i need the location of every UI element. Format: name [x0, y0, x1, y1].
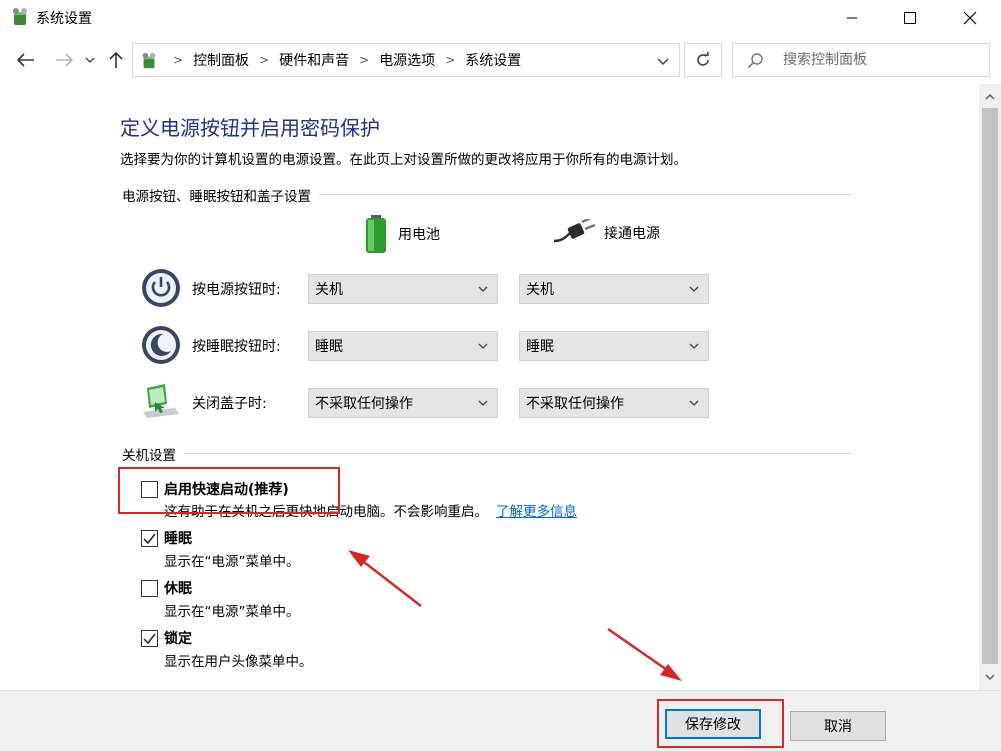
- sleep-description: 显示在“电源”菜单中。: [164, 554, 300, 570]
- power-button-icon: [142, 269, 180, 307]
- maximize-button[interactable]: [880, 0, 940, 36]
- forward-arrow-icon: [56, 53, 73, 67]
- chevron-down-icon: [478, 343, 488, 349]
- chevron-down-icon: [985, 674, 995, 681]
- main-content: 定义电源按钮并启用密码保护 选择要为你的计算机设置的电源设置。在此页上对设置所做…: [0, 84, 979, 690]
- checkmark-icon: [143, 533, 156, 544]
- chevron-down-icon: [478, 286, 488, 292]
- breadcrumb-separator: >: [445, 53, 456, 67]
- search-icon: [747, 53, 763, 69]
- section-title-shutdown: 关机设置: [122, 444, 184, 464]
- chevron-down-icon: [689, 343, 699, 349]
- checkbox-row-hibernate[interactable]: 休眠: [141, 578, 192, 598]
- minimize-icon: [847, 17, 857, 19]
- vertical-scrollbar[interactable]: [979, 84, 1001, 690]
- page-description: 选择要为你的计算机设置的电源设置。在此页上对设置所做的更改将应用于你所有的电源计…: [120, 152, 687, 168]
- laptop-lid-icon: [143, 384, 179, 418]
- select-value: 关机: [315, 282, 343, 298]
- address-bar[interactable]: > 控制面板 > 硬件和声音 > 电源选项 > 系统设置: [132, 43, 680, 77]
- cancel-button[interactable]: 取消: [790, 711, 886, 741]
- power-plug-icon: [553, 219, 596, 243]
- breadcrumb-separator: >: [359, 53, 370, 67]
- minimize-button[interactable]: [822, 0, 882, 36]
- battery-icon: [366, 215, 386, 253]
- chevron-up-icon: [985, 93, 995, 100]
- control-panel-icon: [13, 8, 27, 25]
- select-value: 关机: [526, 282, 554, 298]
- checkbox-row-lock[interactable]: 锁定: [141, 628, 192, 648]
- chevron-down-icon: [689, 400, 699, 406]
- breadcrumb-item-control-panel[interactable]: 控制面板: [193, 50, 249, 70]
- chevron-down-icon: [85, 57, 95, 63]
- breadcrumb: > 控制面板 > 硬件和声音 > 电源选项 > 系统设置: [163, 44, 521, 76]
- breadcrumb-item-power-options[interactable]: 电源选项: [379, 50, 435, 70]
- close-icon: [963, 11, 977, 25]
- address-row: > 控制面板 > 硬件和声音 > 电源选项 > 系统设置: [0, 38, 1001, 84]
- breadcrumb-item-hardware-sound[interactable]: 硬件和声音: [279, 50, 349, 70]
- forward-button[interactable]: [50, 46, 78, 74]
- checkbox-row-sleep[interactable]: 睡眠: [141, 528, 192, 548]
- scrollbar-thumb[interactable]: [982, 108, 998, 664]
- power-button-battery-select[interactable]: 关机: [308, 274, 498, 304]
- sleep-label[interactable]: 睡眠: [164, 528, 192, 548]
- hibernate-checkbox[interactable]: [141, 579, 158, 597]
- column-header-plugged: 接通电源: [552, 219, 660, 247]
- row-label-power-button: 按电源按钮时:: [192, 282, 281, 298]
- breadcrumb-separator: >: [259, 53, 270, 67]
- refresh-icon: [697, 52, 709, 66]
- dialog-footer: 保存修改 取消: [0, 690, 1001, 751]
- select-value: 不采取任何操作: [526, 396, 624, 412]
- scroll-up-button[interactable]: [979, 86, 1001, 108]
- maximize-icon: [904, 12, 916, 24]
- page-title: 定义电源按钮并启用密码保护: [120, 116, 380, 140]
- title-bar: 系统设置: [0, 0, 1001, 38]
- chevron-down-icon[interactable]: [653, 51, 673, 71]
- up-arrow-icon: [109, 51, 123, 68]
- column-header-battery: 用电池: [362, 214, 440, 254]
- hibernate-label[interactable]: 休眠: [164, 578, 192, 598]
- lock-description: 显示在用户头像菜单中。: [164, 654, 313, 670]
- section-divider: [124, 453, 852, 454]
- learn-more-link[interactable]: 了解更多信息: [496, 504, 577, 520]
- lock-checkbox[interactable]: [141, 629, 158, 647]
- row-label-sleep-button: 按睡眠按钮时:: [192, 339, 281, 355]
- highlight-box-save-button: [657, 699, 784, 748]
- power-button-plugged-select[interactable]: 关机: [519, 274, 709, 304]
- lid-plugged-select[interactable]: 不采取任何操作: [519, 388, 709, 418]
- recent-locations-button[interactable]: [80, 46, 100, 74]
- search-input[interactable]: [783, 50, 983, 70]
- select-value: 不采取任何操作: [315, 396, 413, 412]
- checkmark-icon: [143, 633, 156, 644]
- column-label-plugged: 接通电源: [604, 226, 660, 242]
- sleep-checkbox[interactable]: [141, 529, 158, 547]
- up-button[interactable]: [104, 46, 128, 74]
- breadcrumb-item-system-settings[interactable]: 系统设置: [465, 50, 521, 70]
- row-label-lid: 关闭盖子时:: [192, 396, 267, 412]
- back-button[interactable]: [12, 46, 40, 74]
- sleep-button-battery-select[interactable]: 睡眠: [308, 331, 498, 361]
- search-box[interactable]: [732, 43, 990, 77]
- hibernate-description: 显示在“电源”菜单中。: [164, 604, 300, 620]
- close-button[interactable]: [940, 0, 1000, 36]
- window-title: 系统设置: [36, 11, 92, 27]
- sleep-button-plugged-select[interactable]: 睡眠: [519, 331, 709, 361]
- lid-battery-select[interactable]: 不采取任何操作: [308, 388, 498, 418]
- select-value: 睡眠: [315, 339, 343, 355]
- back-arrow-icon: [17, 53, 34, 67]
- highlight-box-fast-startup: [118, 467, 340, 514]
- chevron-down-icon: [689, 286, 699, 292]
- select-value: 睡眠: [526, 339, 554, 355]
- breadcrumb-separator: >: [173, 53, 184, 67]
- sleep-button-icon: [142, 326, 180, 364]
- refresh-button[interactable]: [684, 43, 722, 77]
- column-label-battery: 用电池: [398, 227, 440, 243]
- scroll-down-button[interactable]: [979, 666, 1001, 688]
- chevron-down-icon: [478, 400, 488, 406]
- lock-label[interactable]: 锁定: [164, 628, 192, 648]
- section-title-buttons: 电源按钮、睡眠按钮和盖子设置: [122, 185, 319, 205]
- control-panel-icon: [142, 52, 156, 69]
